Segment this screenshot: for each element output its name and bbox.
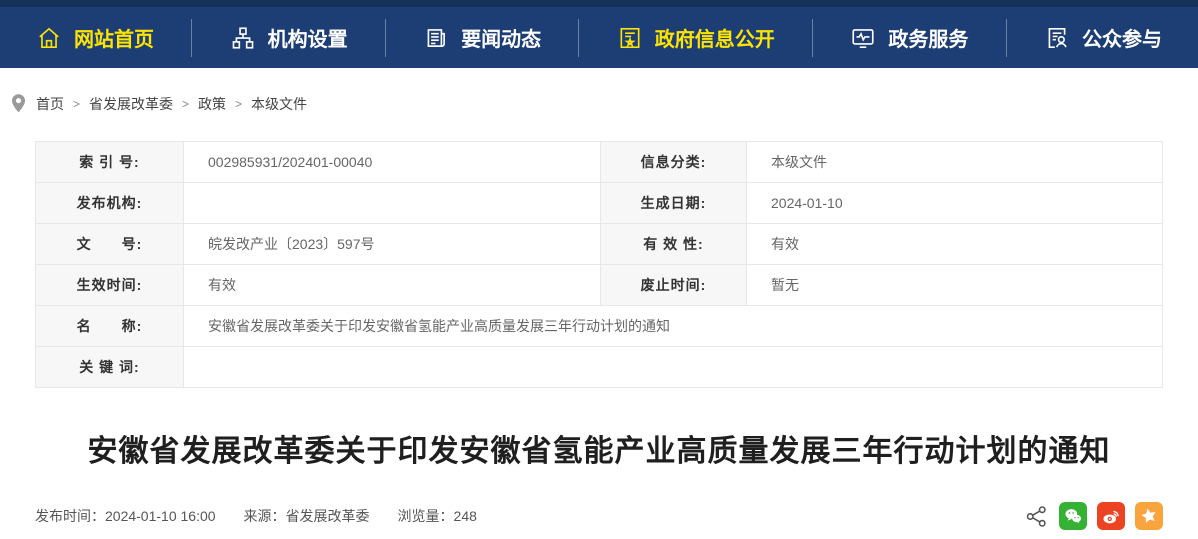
news-icon xyxy=(423,25,449,51)
nav-separator xyxy=(812,19,813,57)
weibo-icon xyxy=(1101,506,1121,526)
nav-top-strip xyxy=(0,0,1198,7)
nav-separator xyxy=(578,19,579,57)
top-nav: 网站首页 机构设置 要闻动态 xyxy=(0,7,1198,68)
meta-label-keywords: 关 键 词: xyxy=(36,347,184,388)
meta-value-repeal-time: 暂无 xyxy=(747,265,1163,306)
meta-label-info-category: 信息分类: xyxy=(601,142,747,183)
page: 网站首页 机构设置 要闻动态 xyxy=(0,0,1198,539)
meta-label-issuing-agency: 发布机构: xyxy=(36,183,184,224)
share-weibo-button[interactable] xyxy=(1097,502,1125,530)
favorite-button[interactable] xyxy=(1135,502,1163,530)
page-title: 安徽省发展改革委关于印发安徽省氢能产业高质量发展三年行动计划的通知 xyxy=(35,426,1163,470)
meta-value-document-number: 皖发改产业〔2023〕597号 xyxy=(184,224,601,265)
nav-item-label: 政务服务 xyxy=(888,23,968,52)
source: 来源：省发展改革委 xyxy=(244,506,370,526)
org-chart-icon xyxy=(230,25,256,51)
nav-separator xyxy=(1006,19,1007,57)
share-button[interactable] xyxy=(1024,504,1049,529)
nav-item-home[interactable]: 网站首页 xyxy=(36,23,154,52)
nav-item-gov-service[interactable]: 政务服务 xyxy=(850,23,968,52)
location-pin-icon xyxy=(10,93,27,114)
breadcrumb-item-home[interactable]: 首页 xyxy=(36,94,64,114)
breadcrumb-separator: > xyxy=(235,97,242,111)
meta-label-effective-time: 生效时间: xyxy=(36,265,184,306)
share-bar xyxy=(1024,502,1163,530)
nav-item-news[interactable]: 要闻动态 xyxy=(423,23,541,52)
meta-value-name: 安徽省发展改革委关于印发安徽省氢能产业高质量发展三年行动计划的通知 xyxy=(184,306,1163,347)
nav-separator xyxy=(191,19,192,57)
meta-label-repeal-time: 废止时间: xyxy=(601,265,747,306)
nav-item-label: 要闻动态 xyxy=(461,23,541,52)
publish-time: 发布时间：2024-01-10 16:00 xyxy=(35,506,216,526)
meta-value-index-number: 002985931/202401-00040 xyxy=(184,142,601,183)
meta-value-keywords xyxy=(184,347,1163,388)
nav-item-label: 机构设置 xyxy=(268,23,348,52)
meta-value-effective-time: 有效 xyxy=(184,265,601,306)
breadcrumb-separator: > xyxy=(73,97,80,111)
view-count: 浏览量：248 xyxy=(398,506,477,526)
meta-value-issuing-agency xyxy=(184,183,601,224)
share-icon xyxy=(1024,504,1049,529)
nav-item-label: 网站首页 xyxy=(74,23,154,52)
info-disclosure-icon xyxy=(617,25,643,51)
meta-label-generated-date: 生成日期: xyxy=(601,183,747,224)
nav-item-org[interactable]: 机构设置 xyxy=(230,23,348,52)
favorite-star-icon xyxy=(1139,506,1159,526)
meta-value-info-category: 本级文件 xyxy=(747,142,1163,183)
wechat-icon xyxy=(1063,506,1083,526)
breadcrumb: 首页 > 省发展改革委 > 政策 > 本级文件 xyxy=(0,68,1198,141)
article-meta-bar: 发布时间：2024-01-10 16:00 来源：省发展改革委 浏览量：248 xyxy=(35,502,1163,539)
breadcrumb-item-department[interactable]: 省发展改革委 xyxy=(89,94,173,114)
meta-label-validity: 有 效 性: xyxy=(601,224,747,265)
meta-value-validity: 有效 xyxy=(747,224,1163,265)
meta-label-index-number: 索 引 号: xyxy=(36,142,184,183)
meta-label-name: 名 称: xyxy=(36,306,184,347)
article-meta-text: 发布时间：2024-01-10 16:00 来源：省发展改革委 浏览量：248 xyxy=(35,506,505,526)
public-participation-icon xyxy=(1044,25,1070,51)
gov-service-icon xyxy=(850,25,876,51)
nav-item-public-participation[interactable]: 公众参与 xyxy=(1044,23,1162,52)
nav-item-label: 政府信息公开 xyxy=(655,23,775,52)
document-meta-table: 索 引 号: 002985931/202401-00040 信息分类: 本级文件… xyxy=(35,141,1163,388)
nav-item-label: 公众参与 xyxy=(1082,23,1162,52)
nav-item-info-disclosure[interactable]: 政府信息公开 xyxy=(617,23,775,52)
share-wechat-button[interactable] xyxy=(1059,502,1087,530)
breadcrumb-separator: > xyxy=(182,97,189,111)
breadcrumb-item-policy[interactable]: 政策 xyxy=(198,94,226,114)
home-icon xyxy=(36,25,62,51)
breadcrumb-item-current[interactable]: 本级文件 xyxy=(251,94,307,114)
meta-label-document-number: 文 号: xyxy=(36,224,184,265)
nav-separator xyxy=(385,19,386,57)
meta-value-generated-date: 2024-01-10 xyxy=(747,183,1163,224)
